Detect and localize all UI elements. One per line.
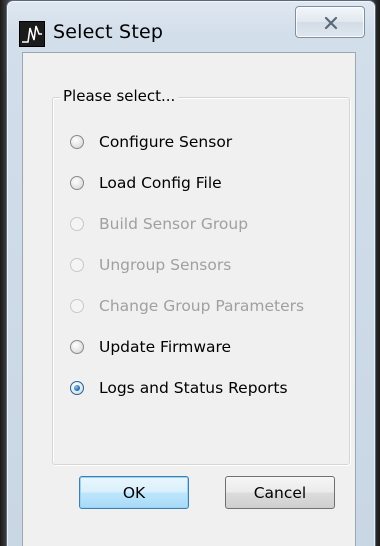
radio-label: Logs and Status Reports — [99, 379, 288, 397]
title-bar[interactable]: Select Step — [7, 1, 375, 47]
radio-button-icon[interactable] — [70, 176, 84, 190]
radio-button-icon[interactable] — [70, 217, 84, 231]
cancel-button[interactable]: Cancel — [225, 476, 335, 509]
radio-label: Change Group Parameters — [99, 297, 305, 315]
radio-ungroup-sensors[interactable]: Ungroup Sensors — [70, 253, 231, 277]
radio-label: Ungroup Sensors — [99, 256, 232, 274]
app-waveform-icon — [19, 21, 45, 47]
radio-logs-and-status-reports[interactable]: Logs and Status Reports — [70, 376, 288, 400]
radio-configure-sensor[interactable]: Configure Sensor — [70, 130, 232, 154]
radio-button-icon[interactable] — [70, 258, 84, 272]
radio-label: Update Firmware — [99, 338, 232, 356]
radio-update-firmware[interactable]: Update Firmware — [70, 335, 231, 359]
radio-button-icon[interactable] — [70, 381, 84, 395]
close-x-icon — [324, 16, 338, 30]
options-groupbox: Please select... Configure Sensor Load C… — [52, 87, 350, 465]
radio-label: Build Sensor Group — [99, 215, 249, 233]
radio-button-icon[interactable] — [70, 340, 84, 354]
close-button[interactable] — [295, 6, 365, 38]
radio-change-group-parameters[interactable]: Change Group Parameters — [70, 294, 304, 318]
radio-button-icon[interactable] — [70, 299, 84, 313]
radio-label: Load Config File — [99, 174, 222, 192]
radio-load-config-file[interactable]: Load Config File — [70, 171, 222, 195]
radio-button-icon[interactable] — [70, 135, 84, 149]
ok-button[interactable]: OK — [79, 476, 189, 509]
groupbox-title: Please select... — [60, 87, 179, 105]
window-title: Select Step — [53, 21, 164, 43]
radio-build-sensor-group[interactable]: Build Sensor Group — [70, 212, 248, 236]
radio-label: Configure Sensor — [99, 133, 233, 151]
